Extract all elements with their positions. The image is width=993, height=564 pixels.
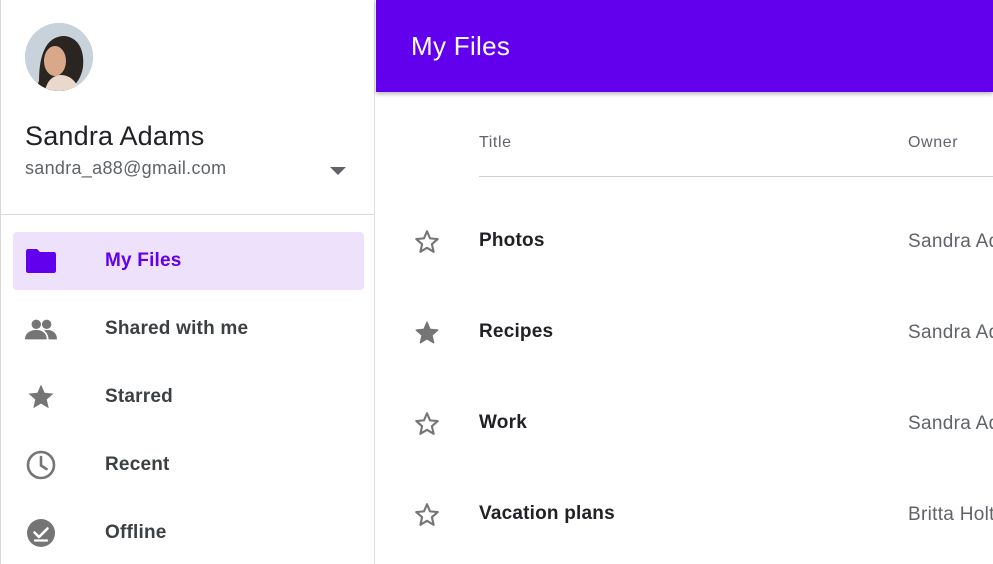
table-row[interactable]: Vacation plans Britta Holt [376,486,993,546]
account-dropdown-toggle[interactable] [325,160,351,182]
file-title: Work [479,412,527,433]
navigation-drawer: Sandra Adams sandra_a88@gmail.com My Fil… [0,0,375,564]
page-title: My Files [411,31,511,61]
nav-item-my-files[interactable]: My Files [13,232,364,290]
table-row[interactable]: Recipes Sandra Adams [376,304,993,364]
file-owner: Sandra Adams [908,413,993,434]
star-outline-icon[interactable] [412,500,442,530]
nav-item-label: Offline [105,522,167,543]
nav-item-label: Recent [105,454,170,475]
offline-check-icon [25,517,57,549]
nav-item-starred[interactable]: Starred [13,368,364,426]
file-title: Photos [479,230,545,251]
table-row[interactable]: Work Sandra Adams [376,395,993,455]
star-filled-icon[interactable] [412,318,442,348]
star-outline-icon[interactable] [412,227,442,257]
user-name: Sandra Adams [25,121,205,151]
clock-icon [25,449,57,481]
star-icon [25,381,57,413]
file-owner: Britta Holt [908,504,993,525]
nav-item-shared-with-me[interactable]: Shared with me [13,300,364,358]
star-outline-icon[interactable] [412,409,442,439]
nav-item-label: Starred [105,386,173,407]
file-owner: Sandra Adams [908,231,993,252]
header-divider [479,176,993,177]
people-icon [25,313,57,345]
avatar-photo [25,23,93,91]
nav-item-offline[interactable]: Offline [13,504,364,562]
nav-item-label: Shared with me [105,318,249,339]
drawer-divider [1,214,374,215]
nav-item-label: My Files [105,250,182,271]
column-header-owner[interactable]: Owner [908,134,958,152]
folder-icon [25,245,57,277]
user-email: sandra_a88@gmail.com [25,158,227,178]
drawer-nav: My Files Shared with me Starred Recent O… [1,232,374,564]
file-owner: Sandra Adams [908,322,993,343]
file-title: Vacation plans [479,503,615,524]
file-title: Recipes [479,321,554,342]
column-header-title[interactable]: Title [479,134,512,152]
file-table: Title Owner Photos Sandra Adams Recipes … [376,92,993,564]
nav-item-recent[interactable]: Recent [13,436,364,494]
top-app-bar: My Files [376,0,993,92]
table-row[interactable]: Photos Sandra Adams [376,213,993,273]
avatar[interactable] [25,23,93,91]
arrow-drop-down-icon [330,167,346,175]
